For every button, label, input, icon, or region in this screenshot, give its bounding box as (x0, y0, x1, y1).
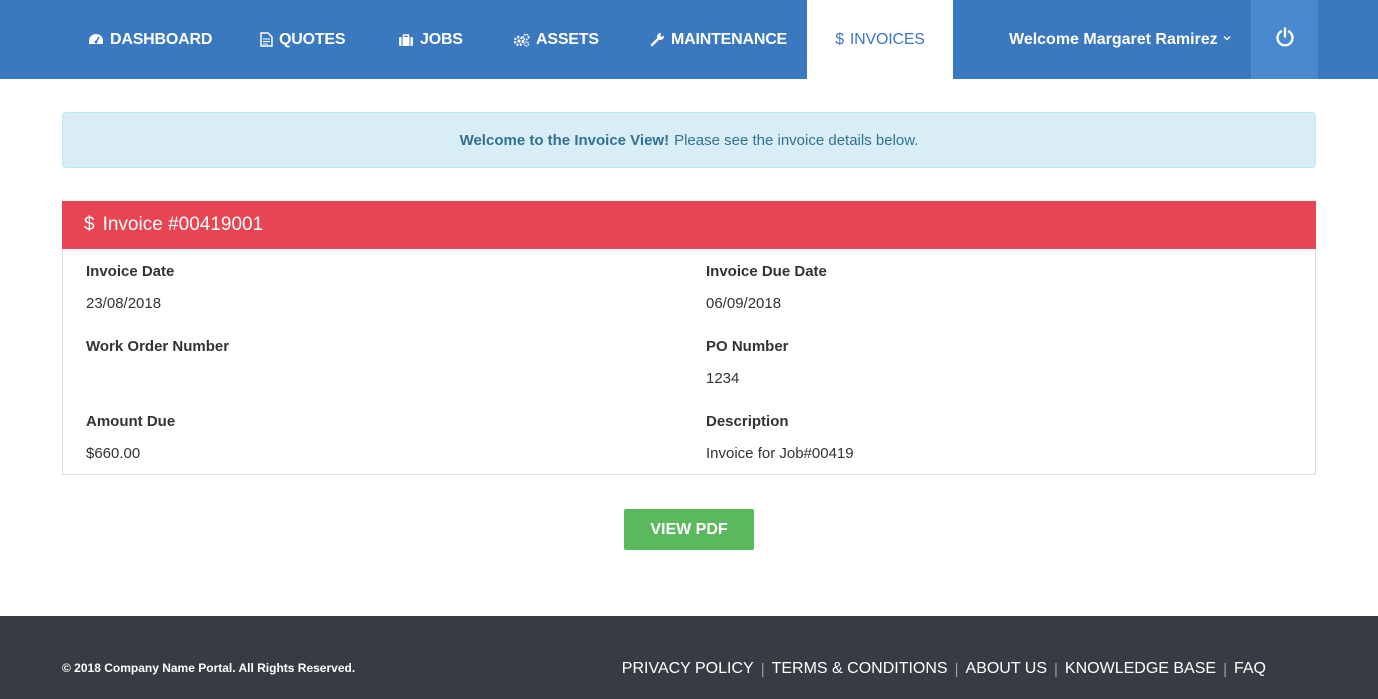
chevron-down-icon (1222, 30, 1232, 48)
nav-invoices-label: INVOICES (849, 30, 925, 48)
footer-link-faq[interactable]: FAQ (1234, 660, 1266, 678)
nav-jobs-label: JOBS (420, 30, 463, 48)
top-navbar: DASHBOARD QUOTES JOBS ASSETS MAINTENANCE… (0, 0, 1378, 79)
po-number-label: PO Number (706, 338, 789, 355)
nav-jobs[interactable]: JOBS (398, 0, 463, 79)
user-welcome-label: Welcome Margaret Ramirez (1009, 30, 1218, 48)
nav-assets-label: ASSETS (536, 30, 599, 48)
nav-maintenance[interactable]: MAINTENANCE (650, 0, 787, 79)
cogs-icon (513, 33, 530, 47)
dollar-icon: $ (84, 214, 95, 235)
nav-assets[interactable]: ASSETS (513, 0, 599, 79)
footer-link-knowledge-base[interactable]: KNOWLEDGE BASE (1065, 660, 1216, 678)
nav-dashboard-label: DASHBOARD (110, 30, 213, 48)
document-icon (260, 32, 273, 47)
footer-links: PRIVACY POLICY | TERMS & CONDITIONS | AB… (622, 660, 1266, 678)
footer-separator: | (1223, 660, 1227, 678)
invoice-date-label: Invoice Date (86, 263, 175, 280)
work-order-label: Work Order Number (86, 338, 230, 355)
view-pdf-button[interactable]: VIEW PDF (624, 509, 754, 550)
dashboard-icon (88, 33, 104, 47)
nav-dashboard[interactable]: DASHBOARD (88, 0, 212, 79)
footer-separator: | (760, 660, 765, 678)
alert-text: Please see the invoice details below. (674, 131, 919, 149)
dollar-icon: $ (835, 30, 844, 48)
footer-link-about[interactable]: ABOUT US (966, 660, 1048, 678)
description-value: Invoice for Job#00419 (706, 445, 854, 462)
footer-separator: | (954, 660, 959, 678)
nav-quotes[interactable]: QUOTES (260, 0, 346, 79)
wrench-icon (650, 32, 665, 47)
description-label: Description (706, 413, 789, 430)
nav-maintenance-label: MAINTENANCE (671, 30, 788, 48)
footer-link-privacy[interactable]: PRIVACY POLICY (622, 660, 754, 678)
nav-quotes-label: QUOTES (279, 30, 346, 48)
invoice-panel-header: $ Invoice #00419001 (62, 201, 1316, 249)
power-icon (1274, 26, 1296, 53)
amount-due-value: $660.00 (86, 445, 141, 462)
copyright-text: © 2018 Company Name Portal. All Rights R… (62, 661, 356, 675)
logout-button[interactable] (1251, 0, 1318, 79)
user-menu[interactable]: Welcome Margaret Ramirez (1009, 0, 1231, 79)
amount-due-label: Amount Due (86, 413, 176, 430)
briefcase-icon (398, 33, 414, 47)
po-number-value: 1234 (706, 370, 740, 387)
footer-link-terms[interactable]: TERMS & CONDITIONS (772, 660, 948, 678)
nav-invoices[interactable]: $ INVOICES (807, 0, 953, 79)
alert-bold-text: Welcome to the Invoice View! (459, 131, 670, 149)
invoice-panel: $ Invoice #00419001 Invoice Date 23/08/2… (62, 201, 1316, 475)
due-date-value: 06/09/2018 (706, 295, 782, 312)
footer: © 2018 Company Name Portal. All Rights R… (0, 616, 1378, 699)
info-alert: Welcome to the Invoice View! Please see … (62, 112, 1316, 168)
due-date-label: Invoice Due Date (706, 263, 827, 280)
invoice-date-value: 23/08/2018 (86, 295, 162, 312)
invoice-title: Invoice #00419001 (102, 214, 264, 235)
footer-separator: | (1054, 660, 1058, 678)
